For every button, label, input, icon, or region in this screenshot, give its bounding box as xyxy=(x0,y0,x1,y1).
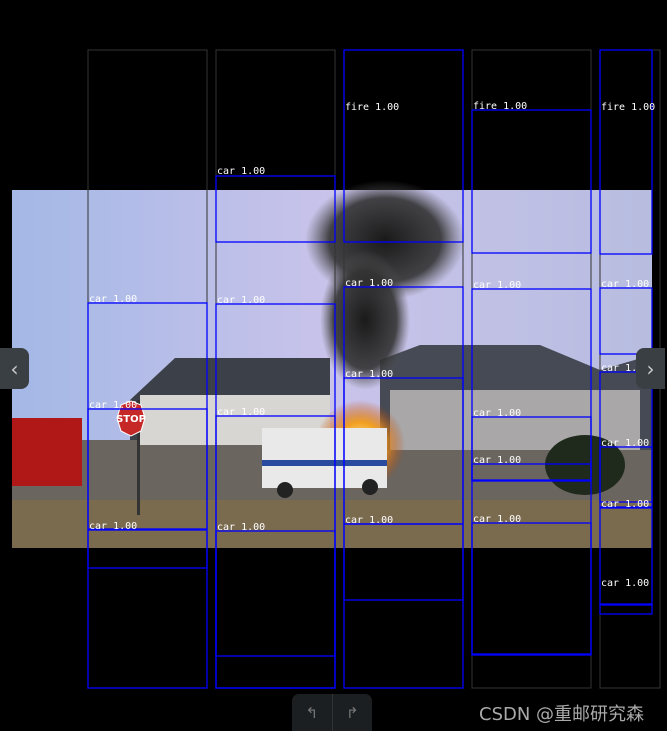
detection-label: car 1.00 xyxy=(473,408,521,419)
detection-label: car 1.00 xyxy=(217,295,265,306)
detection-label: car 1.00 xyxy=(217,407,265,418)
detection-label: car 1.00 xyxy=(89,294,137,305)
detection-label: car 1.00 xyxy=(473,514,521,525)
detection-label: car 1.00 xyxy=(345,278,393,289)
detection-label: car 1.00 xyxy=(89,521,137,532)
detection-label: car 1.00 xyxy=(601,279,649,290)
detection-label: car 1.00 xyxy=(601,499,649,510)
detection-label: fire 1.00 xyxy=(601,102,655,113)
stop-sign-text: STOP xyxy=(116,414,146,425)
detection-label: car 1.00 xyxy=(345,369,393,380)
rotate-right-icon[interactable]: ↱ xyxy=(333,694,373,731)
detection-label: car 1.00 xyxy=(601,578,649,589)
detection-label: car 1.00 xyxy=(217,522,265,533)
chevron-right-icon: › xyxy=(646,356,655,381)
detection-box xyxy=(215,530,336,689)
detection-label: car 1.00 xyxy=(473,280,521,291)
rotate-toolbar: ↰ ↱ xyxy=(292,694,372,731)
next-image-button[interactable]: › xyxy=(636,348,665,389)
detection-label: fire 1.00 xyxy=(473,101,527,112)
detection-box xyxy=(343,523,464,689)
watermark: CSDN @重邮研究森 xyxy=(479,704,645,725)
detection-label: car 1.00 xyxy=(217,166,265,177)
rotate-left-icon[interactable]: ↰ xyxy=(292,694,333,731)
prev-image-button[interactable]: ‹ xyxy=(0,348,29,389)
chevron-left-icon: ‹ xyxy=(10,356,19,381)
detection-label: car 1.00 xyxy=(89,400,137,411)
detection-label: car 1.00 xyxy=(601,438,649,449)
detection-label: fire 1.00 xyxy=(345,102,399,113)
detection-label: car 1.00 xyxy=(473,455,521,466)
scene-photo: STOP xyxy=(12,180,652,548)
detection-label: car 1.00 xyxy=(345,515,393,526)
detection-canvas: STOP car 1.00 car 1.00 car 1.00 fire 1.00 fi… xyxy=(12,49,661,689)
